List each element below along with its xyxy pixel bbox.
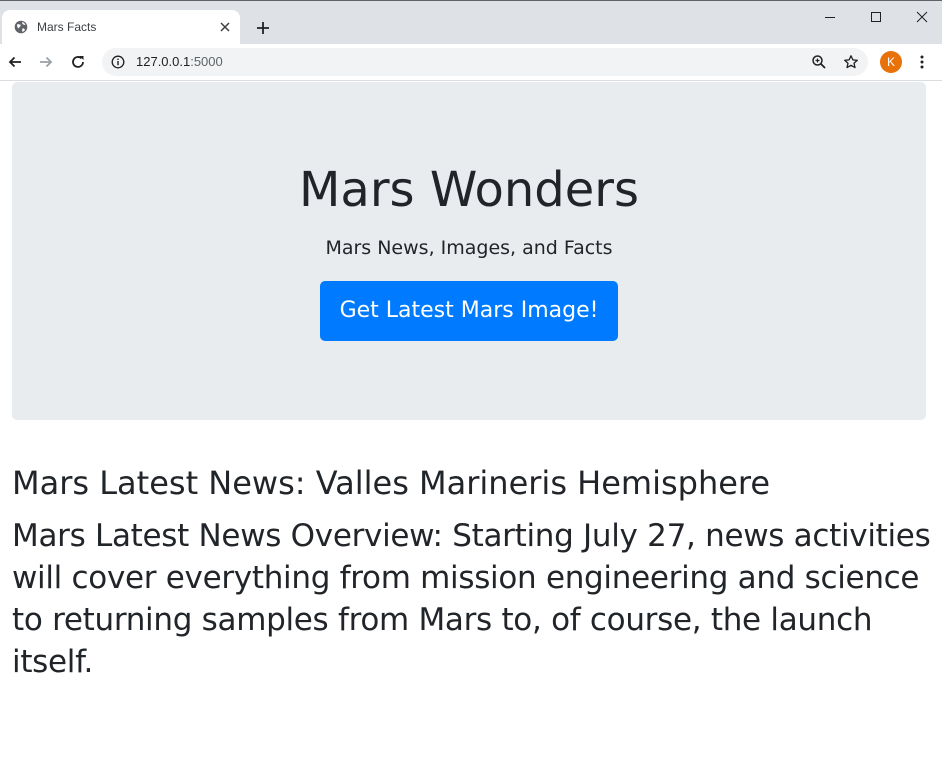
avatar[interactable]: K — [880, 51, 902, 73]
forward-arrow-icon[interactable] — [38, 54, 54, 70]
close-icon[interactable] — [217, 19, 233, 35]
star-icon[interactable] — [843, 54, 859, 70]
url-port: :5000 — [190, 54, 223, 69]
news-overview: Mars Latest News Overview: Starting July… — [12, 518, 931, 680]
globe-icon — [14, 20, 28, 34]
page-title: Mars Wonders — [298, 162, 639, 218]
url-text[interactable]: 127.0.0.1:5000 — [136, 54, 223, 69]
address-bar[interactable]: 127.0.0.1:5000 — [102, 48, 868, 76]
close-window-icon[interactable] — [914, 9, 930, 25]
get-latest-image-button[interactable]: Get Latest Mars Image! — [320, 281, 618, 341]
browser-titlebar: Mars Facts — [0, 0, 942, 45]
back-arrow-icon[interactable] — [7, 54, 23, 70]
minimize-icon[interactable] — [822, 9, 838, 25]
url-host: 127.0.0.1 — [136, 54, 191, 69]
plus-icon[interactable] — [254, 19, 272, 37]
maximize-icon[interactable] — [868, 9, 884, 25]
jumbotron: Mars Wonders Mars News, Images, and Fact… — [12, 82, 926, 420]
info-icon[interactable] — [111, 55, 125, 69]
news-title: Mars Latest News: Valles Marineris Hemis… — [12, 464, 771, 502]
kebab-menu-icon[interactable] — [914, 54, 930, 70]
tab-title: Mars Facts — [37, 20, 97, 34]
browser-toolbar: 127.0.0.1:5000 K — [0, 44, 942, 81]
zoom-icon[interactable] — [811, 54, 827, 70]
reload-icon[interactable] — [70, 54, 86, 70]
page-subtitle: Mars News, Images, and Facts — [325, 237, 613, 259]
browser-tab[interactable]: Mars Facts — [2, 10, 240, 45]
